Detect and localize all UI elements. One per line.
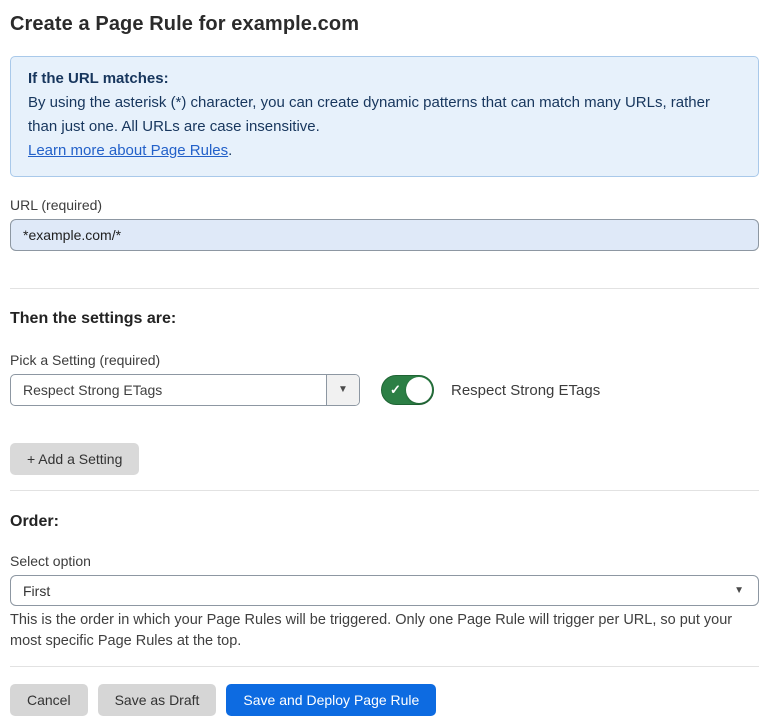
order-select[interactable]: First ▼ xyxy=(10,575,759,606)
setting-picker-label: Pick a Setting (required) xyxy=(10,352,759,368)
footer-actions: Cancel Save as Draft Save and Deploy Pag… xyxy=(10,684,759,716)
url-label: URL (required) xyxy=(10,197,759,213)
info-box-body: By using the asterisk (*) character, you… xyxy=(28,91,741,139)
divider-url-settings xyxy=(10,288,759,289)
toggle-knob xyxy=(406,377,432,403)
info-box-heading: If the URL matches: xyxy=(28,67,741,91)
link-period: . xyxy=(228,142,232,159)
setting-select-arrow-button[interactable]: ▼ xyxy=(326,375,359,405)
etag-toggle[interactable]: ✓ xyxy=(381,375,434,405)
page-rule-form: Create a Page Rule for example.com If th… xyxy=(0,0,769,716)
setting-select[interactable]: Respect Strong ETags ▼ xyxy=(10,374,360,406)
info-box-link-line: Learn more about Page Rules. xyxy=(28,139,741,163)
toggle-label: Respect Strong ETags xyxy=(451,382,600,399)
setting-select-value: Respect Strong ETags xyxy=(11,375,326,405)
order-select-label: Select option xyxy=(10,553,759,569)
url-match-info-box: If the URL matches: By using the asteris… xyxy=(10,56,759,177)
order-select-value: First xyxy=(11,576,734,605)
page-title: Create a Page Rule for example.com xyxy=(10,0,759,36)
add-setting-button[interactable]: + Add a Setting xyxy=(10,443,139,475)
save-draft-button[interactable]: Save as Draft xyxy=(98,684,217,716)
check-icon: ✓ xyxy=(390,382,401,398)
learn-more-link[interactable]: Learn more about Page Rules xyxy=(28,142,228,159)
divider-footer xyxy=(10,666,759,667)
settings-heading: Then the settings are: xyxy=(10,310,759,328)
order-heading: Order: xyxy=(10,513,759,531)
chevron-down-icon: ▼ xyxy=(734,586,744,596)
order-arrow-wrap: ▼ xyxy=(734,576,758,605)
info-box-body-text: By using the asterisk (*) character, you… xyxy=(28,94,710,135)
save-deploy-button[interactable]: Save and Deploy Page Rule xyxy=(226,684,436,716)
url-input[interactable] xyxy=(10,219,759,251)
chevron-down-icon: ▼ xyxy=(338,385,348,395)
order-help-text: This is the order in which your Page Rul… xyxy=(10,610,759,652)
divider-settings-order xyxy=(10,490,759,491)
cancel-button[interactable]: Cancel xyxy=(10,684,88,716)
setting-row: Respect Strong ETags ▼ ✓ Respect Strong … xyxy=(10,374,759,406)
